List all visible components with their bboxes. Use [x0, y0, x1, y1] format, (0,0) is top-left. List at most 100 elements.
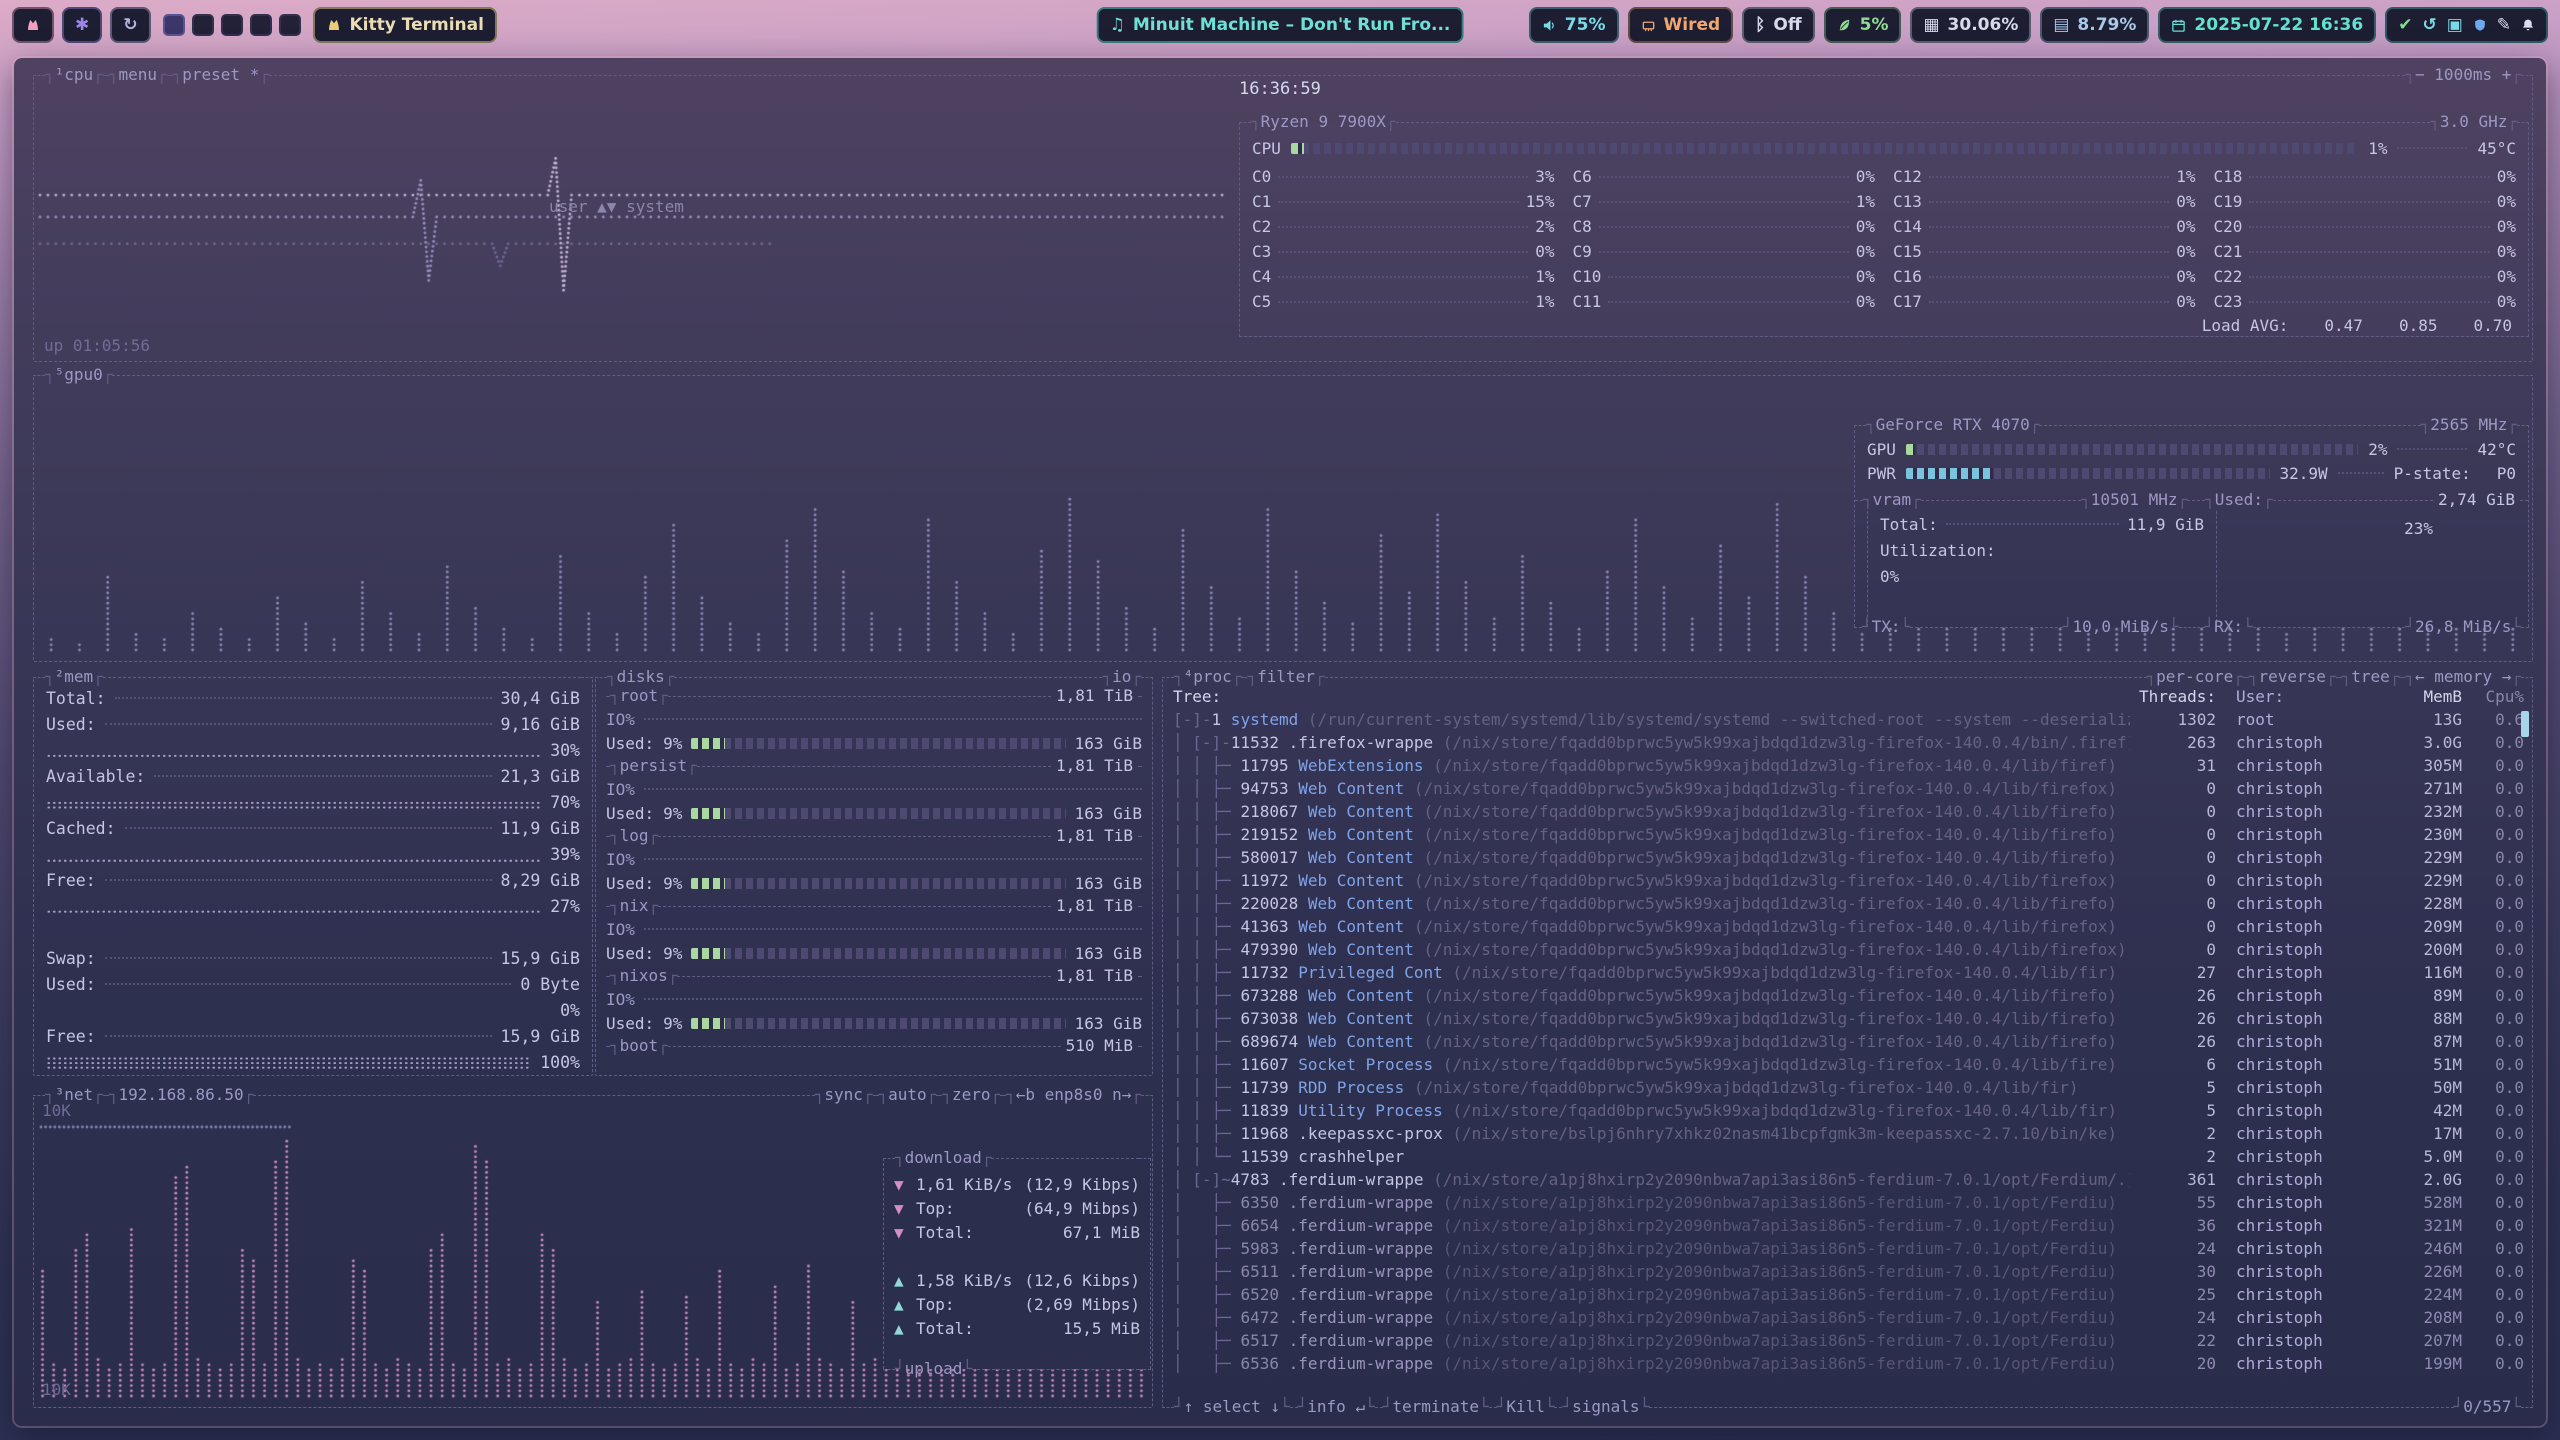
music-player-module[interactable]: ♫ Minuit Machine – Don't Run Fro... — [1097, 7, 1464, 43]
tab-io[interactable]: io — [1102, 667, 1141, 687]
process-row[interactable]: │ ├─ 5983 .ferdium-wrappe (/nix/store/a1… — [1173, 1237, 2528, 1260]
select-control[interactable]: ↑ select ↓ — [1174, 1397, 1290, 1417]
notifications-icon[interactable] — [2521, 18, 2535, 32]
cpu-model: Ryzen 9 7900X — [1251, 112, 1396, 132]
column-user[interactable]: User: — [2216, 685, 2370, 708]
datetime-module[interactable]: 2025-07-22 16:36 — [2158, 7, 2376, 43]
tab-preset[interactable]: preset * — [173, 65, 269, 85]
process-row[interactable]: │ │ ├─ 11795 WebExtensions (/nix/store/f… — [1173, 754, 2528, 777]
process-row[interactable]: │ │ ├─ 219152 Web Content (/nix/store/fq… — [1173, 823, 2528, 846]
process-row[interactable]: │ ├─ 6654 .ferdium-wrappe (/nix/store/a1… — [1173, 1214, 2528, 1237]
process-row[interactable]: │ │ ├─ 11968 .keepassxc-prox (/nix/store… — [1173, 1122, 2528, 1145]
process-row[interactable]: │ ├─ 6350 .ferdium-wrappe (/nix/store/a1… — [1173, 1191, 2528, 1214]
proc-option-4[interactable]: ← memory → — [2405, 667, 2521, 687]
tab-disks[interactable]: disks — [607, 667, 674, 687]
process-row[interactable]: │ │ ├─ 11972 Web Content (/nix/store/fqa… — [1173, 869, 2528, 892]
process-row[interactable]: │ │ ├─ 11732 Privileged Cont (/nix/store… — [1173, 961, 2528, 984]
kill-control[interactable]: Kill — [1497, 1397, 1555, 1417]
disk-separator: log1,81 TiB — [606, 825, 1142, 847]
update-rate-control[interactable]: − 1000ms + — [2405, 65, 2521, 85]
tab-mem[interactable]: ²mem — [45, 667, 103, 687]
process-row[interactable]: │ │ ├─ 41363 Web Content (/nix/store/fqa… — [1173, 915, 2528, 938]
column-threads[interactable]: Threads: — [2130, 685, 2216, 708]
bell-icon — [2521, 18, 2535, 32]
sync-icon[interactable]: ↺ — [2422, 15, 2436, 35]
column-mem[interactable]: MemB — [2370, 685, 2462, 708]
info-control[interactable]: info ↵ — [1298, 1397, 1375, 1417]
cpu-widget[interactable]: ¹cpumenupreset *− 1000ms +16:36:59user ▲… — [33, 75, 2533, 362]
process-row[interactable]: │ [-]~4783 .ferdium-wrappe (/nix/store/a… — [1173, 1168, 2528, 1191]
security-icon[interactable] — [2473, 18, 2487, 32]
signals-control[interactable]: signals — [1562, 1397, 1649, 1417]
cpu-usage-module[interactable]: 5% — [1824, 7, 1902, 43]
process-row[interactable]: │ │ ├─ 11607 Socket Process (/nix/store/… — [1173, 1053, 2528, 1076]
process-row[interactable]: │ ├─ 6520 .ferdium-wrappe (/nix/store/a1… — [1173, 1283, 2528, 1306]
core-usage-c8: C80% — [1573, 214, 1876, 239]
tab-proc[interactable]: ⁴proc — [1174, 667, 1241, 687]
load-average-row: Load AVG:0.470.850.70 — [1240, 314, 2528, 336]
process-row[interactable]: │ │ └─ 11539 crashhelper2christoph5.0M0.… — [1173, 1145, 2528, 1168]
workspace-3[interactable] — [221, 14, 243, 36]
edit-icon[interactable]: ✎ — [2497, 15, 2511, 35]
music-note-icon: ♫ — [1110, 15, 1125, 35]
disk-used-label: Used: — [606, 734, 654, 753]
proc-scrollbar-thumb[interactable] — [2521, 711, 2529, 737]
tab-menu[interactable]: menu — [109, 65, 167, 85]
kitty-logo[interactable] — [12, 7, 54, 43]
bluetooth-module[interactable]: ᛒOff — [1742, 7, 1814, 43]
gpu-usage-row: GPU2%42°C — [1855, 437, 2528, 461]
process-row[interactable]: │ │ ├─ 580017 Web Content (/nix/store/fq… — [1173, 846, 2528, 869]
workspace-2[interactable] — [192, 14, 214, 36]
net-stat-value: (2,69 Mibps) — [1024, 1295, 1140, 1314]
process-row[interactable]: │ │ ├─ 220028 Web Content (/nix/store/fq… — [1173, 892, 2528, 915]
memory-stat-label: Used: — [46, 715, 96, 734]
workspace-switcher[interactable] — [159, 14, 305, 36]
process-row[interactable]: [-]-1 systemd (/run/current-system/syste… — [1173, 708, 2528, 731]
memory-usage-module[interactable]: ▦30.06% — [1910, 7, 2031, 43]
kitty-terminal-window[interactable]: ¹cpumenupreset *− 1000ms +16:36:59user ▲… — [14, 58, 2546, 1426]
process-row[interactable]: │ │ ├─ 689674 Web Content (/nix/store/fq… — [1173, 1030, 2528, 1053]
process-row[interactable]: │ ├─ 6536 .ferdium-wrappe (/nix/store/a1… — [1173, 1352, 2528, 1375]
tab-filter[interactable]: filter — [1247, 667, 1324, 687]
proc-option-2[interactable]: reverse — [2249, 667, 2336, 687]
column-tree[interactable]: Tree: — [1173, 685, 2130, 708]
proc-option-1[interactable]: per-core — [2147, 667, 2243, 687]
network-widget[interactable]: ³net192.168.86.50syncautozero←b enp8s0 n… — [33, 1095, 1153, 1408]
process-row[interactable]: │ │ ├─ 11839 Utility Process (/nix/store… — [1173, 1099, 2528, 1122]
process-row[interactable]: │ ├─ 6472 .ferdium-wrappe (/nix/store/a1… — [1173, 1306, 2528, 1329]
network-module[interactable]: Wired — [1628, 7, 1734, 43]
disk-usage-module[interactable]: ▤8.79% — [2040, 7, 2149, 43]
proc-option-3[interactable]: tree — [2342, 667, 2400, 687]
process-row[interactable]: │ │ ├─ 673038 Web Content (/nix/store/fq… — [1173, 1007, 2528, 1030]
memory-usage-graph: 100% — [46, 1049, 580, 1075]
volume-module[interactable]: 75% — [1529, 7, 1619, 43]
workspace-4[interactable] — [250, 14, 272, 36]
cpu-total-row: CPU1%45°C — [1240, 136, 2528, 160]
kitty-terminal-button[interactable]: Kitty Terminal — [313, 7, 497, 43]
disks-widget[interactable]: disksioroot1,81 TiBIO%Used:9%163 GiBpers… — [595, 677, 1153, 1076]
uptime: up 01:05:56 — [44, 336, 150, 355]
process-widget[interactable]: ⁴procfilterper-corereversetree← memory →… — [1162, 677, 2533, 1407]
gpu-widget[interactable]: ⁵gpu0GeForce RTX 40702565 MHzGPU2%42°CPW… — [33, 375, 2533, 662]
reload-button[interactable]: ↻ — [110, 7, 150, 43]
process-row[interactable]: │ │ ├─ 479390 Web Content (/nix/store/fq… — [1173, 938, 2528, 961]
disk-usage-row: Used:9%163 GiB — [606, 801, 1142, 825]
disk-separator: persist1,81 TiB — [606, 755, 1142, 777]
process-row[interactable]: │ │ ├─ 94753 Web Content (/nix/store/fqa… — [1173, 777, 2528, 800]
process-row[interactable]: │ ├─ 6517 .ferdium-wrappe (/nix/store/a1… — [1173, 1329, 2528, 1352]
memory-widget[interactable]: ²memTotal:30,4 GiBUsed:9,16 GiB30%Availa… — [33, 677, 593, 1076]
tab-cpu[interactable]: ¹cpu — [45, 65, 103, 85]
column-cpu[interactable]: Cpu% — [2462, 685, 2528, 708]
process-row[interactable]: │ ├─ 6511 .ferdium-wrappe (/nix/store/a1… — [1173, 1260, 2528, 1283]
terminate-control[interactable]: terminate — [1383, 1397, 1489, 1417]
process-row[interactable]: │ │ ├─ 11739 RDD Process (/nix/store/fqa… — [1173, 1076, 2528, 1099]
workspace-1[interactable] — [163, 14, 185, 36]
process-row[interactable]: │ [-]-11532 .firefox-wrappe (/nix/store/… — [1173, 731, 2528, 754]
process-row[interactable]: │ │ ├─ 218067 Web Content (/nix/store/fq… — [1173, 800, 2528, 823]
process-row[interactable]: │ │ ├─ 673288 Web Content (/nix/store/fq… — [1173, 984, 2528, 1007]
nix-logo[interactable]: ✱ — [62, 7, 102, 43]
status-ok-icon[interactable]: ✔ — [2398, 15, 2412, 35]
window-icon[interactable]: ▣ — [2447, 15, 2463, 35]
core-grid: C03%C115%C22%C30%C41%C51%C60%C71%C80%C90… — [1240, 160, 2528, 314]
workspace-5[interactable] — [279, 14, 301, 36]
